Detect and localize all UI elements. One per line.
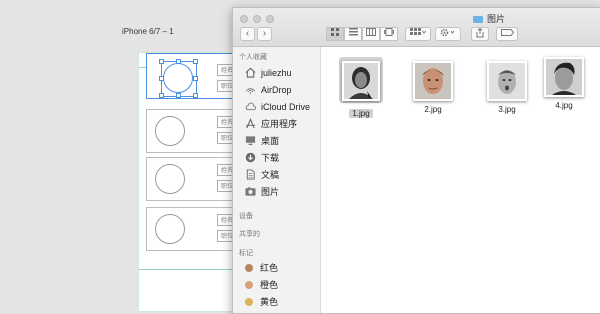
window-title-text: 图片: [487, 14, 506, 24]
airdrop-icon: [245, 88, 256, 95]
tag-color-dot: [245, 264, 253, 272]
sidebar-item-label: 桌面: [261, 136, 280, 146]
sidebar-item-airdrop[interactable]: AirDrop: [245, 83, 292, 97]
avatar-placeholder[interactable]: [155, 214, 185, 244]
tag-icon: [500, 29, 514, 36]
section-favorites: 个人收藏: [239, 54, 267, 61]
title-bar[interactable]: 图片 ‹ ›: [233, 8, 600, 47]
forward-button[interactable]: ›: [257, 27, 272, 41]
profile-card[interactable]: 姓名 职位: [146, 157, 251, 201]
sidebar-tag-yellow[interactable]: 黄色: [245, 295, 278, 309]
documents-icon: [246, 169, 255, 180]
gear-icon: [440, 28, 455, 37]
action-button[interactable]: [435, 27, 461, 41]
grid-icon: [331, 28, 339, 36]
sidebar-item-label: 下载: [261, 153, 280, 163]
photo-thumbnail: [342, 61, 380, 101]
sidebar-item-label: AirDrop: [261, 85, 292, 95]
file-item[interactable]: 1.jpg: [331, 57, 391, 121]
close-button[interactable]: [240, 15, 248, 23]
gallery-view-button[interactable]: [380, 27, 398, 41]
zoom-button[interactable]: [266, 15, 274, 23]
pictures-icon: [245, 187, 256, 196]
column-view-button[interactable]: [362, 27, 380, 41]
arrange-button[interactable]: [405, 27, 431, 41]
sidebar-item-label: 图片: [261, 187, 280, 197]
guide-line: [139, 269, 245, 270]
sidebar-tag-orange[interactable]: 橙色: [245, 278, 278, 292]
minimize-button[interactable]: [253, 15, 261, 23]
list-view-button[interactable]: [344, 27, 362, 41]
columns-icon: [366, 28, 376, 36]
back-button[interactable]: ‹: [240, 27, 255, 41]
file-name[interactable]: 3.jpg: [477, 105, 537, 114]
artboard-title[interactable]: iPhone 6/7 – 1: [122, 27, 174, 36]
section-devices: 设备: [239, 213, 253, 220]
desktop-icon: [245, 136, 256, 146]
resize-handle[interactable]: [193, 93, 198, 98]
sidebar-item-label: juliezhu: [261, 68, 292, 78]
sidebar[interactable]: 个人收藏 juliezhu AirDrop iCloud Drive 应用程序 …: [233, 47, 321, 313]
file-browser[interactable]: 1.jpg 2.jpg 3.jpg 4.jpg: [321, 47, 600, 313]
tag-color-dot: [245, 281, 253, 289]
sidebar-item-applications[interactable]: 应用程序: [245, 117, 297, 131]
sidebar-item-desktop[interactable]: 桌面: [245, 134, 279, 148]
share-icon: [476, 27, 484, 38]
sidebar-item-label: 应用程序: [261, 119, 298, 129]
edit-tags-button[interactable]: [496, 27, 518, 41]
file-item[interactable]: 3.jpg: [477, 61, 537, 114]
sidebar-item-label: 红色: [260, 263, 279, 273]
avatar-placeholder[interactable]: [163, 63, 193, 93]
arrange-grid-icon: [410, 28, 426, 35]
resize-handle[interactable]: [193, 76, 198, 81]
file-item[interactable]: 4.jpg: [534, 57, 594, 110]
folder-icon: [473, 16, 483, 23]
section-shared: 共享的: [239, 231, 260, 238]
avatar-placeholder[interactable]: [155, 164, 185, 194]
sidebar-item-label: 黄色: [260, 297, 279, 307]
icon-view-button[interactable]: [326, 27, 344, 41]
resize-handle[interactable]: [159, 93, 164, 98]
thumbnail-highlight: [339, 57, 383, 103]
photo-thumbnail: [544, 57, 584, 97]
profile-card[interactable]: 姓名 职位: [146, 109, 251, 153]
photo-thumbnail: [413, 61, 453, 101]
sidebar-item-label: 文稿: [261, 170, 280, 180]
sidebar-item-documents[interactable]: 文稿: [245, 168, 279, 182]
photo-thumbnail: [487, 61, 527, 101]
resize-handle[interactable]: [176, 93, 181, 98]
sidebar-item-icloud[interactable]: iCloud Drive: [245, 100, 310, 114]
file-item[interactable]: 2.jpg: [403, 61, 463, 114]
file-name[interactable]: 2.jpg: [403, 105, 463, 114]
profile-card[interactable]: 姓名 职位: [146, 207, 251, 251]
sidebar-item-home[interactable]: juliezhu: [245, 66, 292, 80]
sidebar-tag-red[interactable]: 红色: [245, 261, 278, 275]
section-tags: 标记: [239, 250, 253, 257]
sidebar-item-label: 橙色: [260, 280, 279, 290]
home-icon: [245, 67, 256, 78]
tag-color-dot: [245, 298, 253, 306]
resize-handle[interactable]: [193, 59, 198, 64]
gallery-icon: [384, 28, 394, 36]
file-name[interactable]: 1.jpg: [349, 109, 373, 118]
avatar-placeholder[interactable]: [155, 116, 185, 146]
cloud-icon: [245, 102, 256, 111]
window-title: 图片: [473, 12, 505, 25]
resize-handle[interactable]: [159, 59, 164, 64]
sidebar-item-pictures[interactable]: 图片: [245, 185, 279, 199]
sidebar-item-downloads[interactable]: 下载: [245, 151, 279, 165]
list-icon: [348, 28, 358, 36]
artboard[interactable]: 姓名 职位 姓名 职位 姓名 职位 姓名 职位: [138, 52, 251, 312]
finder-window[interactable]: 图片 ‹ › 个人收藏 juliezhu AirDrop iCloud Driv…: [232, 7, 600, 314]
sidebar-item-label: iCloud Drive: [261, 102, 311, 112]
file-name[interactable]: 4.jpg: [534, 101, 594, 110]
download-icon: [245, 152, 256, 163]
applications-icon: [245, 118, 256, 129]
profile-card[interactable]: 姓名 职位: [146, 53, 251, 99]
share-button[interactable]: [471, 27, 489, 41]
